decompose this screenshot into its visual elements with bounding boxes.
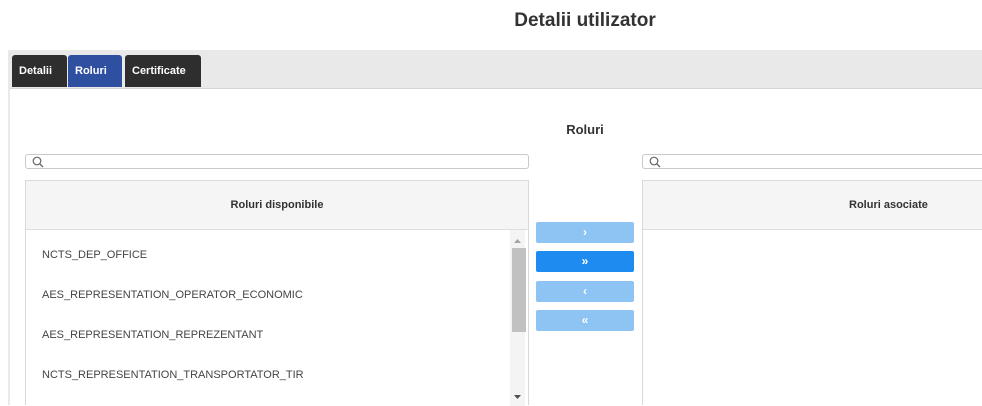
- move-selected-right-button[interactable]: ›: [536, 222, 634, 243]
- search-icon: [649, 156, 661, 168]
- list-item[interactable]: NCTS_DEP_OFFICE: [26, 235, 528, 275]
- list-item[interactable]: NCTS_REPRESENTATION_TRANSPORTATOR_TIR: [26, 355, 528, 395]
- assigned-roles-header: Roluri asociate: [643, 181, 982, 230]
- search-icon: [32, 156, 44, 168]
- move-all-left-button[interactable]: «: [536, 310, 634, 331]
- content-border: [8, 88, 10, 405]
- available-roles-search[interactable]: [25, 154, 529, 169]
- assigned-roles-search-input[interactable]: [665, 155, 978, 168]
- tab-detalii[interactable]: Detalii: [12, 55, 67, 87]
- assigned-roles-list[interactable]: [643, 230, 982, 406]
- scrollbar[interactable]: [510, 230, 526, 406]
- available-roles-header: Roluri disponibile: [26, 181, 528, 230]
- list-item[interactable]: AES_REPRESENTATION_REPREZENTANT: [26, 315, 528, 355]
- move-all-right-button[interactable]: »: [536, 251, 634, 272]
- tab-roluri[interactable]: Roluri: [68, 55, 122, 87]
- list-item[interactable]: AES_REPRESENTATION_OPERATOR_ECONOMIC: [26, 275, 528, 315]
- tab-certificate[interactable]: Certificate: [125, 55, 201, 87]
- tab-bar: Detalii Roluri Certificate: [8, 50, 982, 89]
- page-title: Detalii utilizator: [514, 10, 656, 31]
- assigned-roles-panel: Roluri asociate: [642, 180, 982, 405]
- section-title: Roluri: [566, 122, 604, 137]
- chevron-down-icon[interactable]: [510, 390, 525, 404]
- available-roles-panel: Roluri disponibile NCTS_DEP_OFFICE AES_R…: [25, 180, 529, 406]
- chevron-up-icon[interactable]: [510, 234, 525, 248]
- available-roles-search-input[interactable]: [48, 155, 524, 168]
- scrollbar-thumb[interactable]: [512, 248, 526, 332]
- assigned-roles-search[interactable]: [642, 154, 982, 169]
- move-selected-left-button[interactable]: ‹: [536, 281, 634, 302]
- available-roles-list[interactable]: NCTS_DEP_OFFICE AES_REPRESENTATION_OPERA…: [26, 230, 528, 406]
